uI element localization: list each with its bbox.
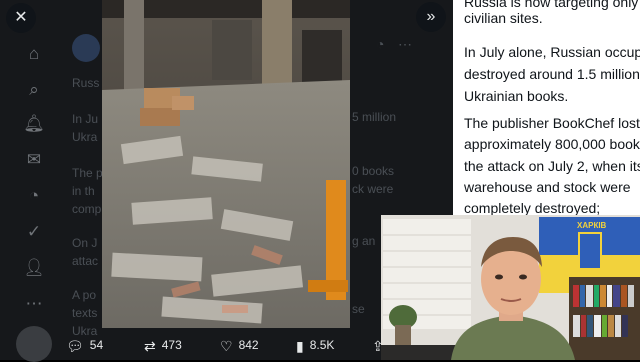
- profile-icon[interactable]: 👤︎: [22, 256, 46, 280]
- text-line: warehouse and stock were: [464, 179, 631, 195]
- flag-text: ХАРКІВ: [577, 221, 607, 230]
- post-compose-button[interactable]: [16, 326, 52, 362]
- text-line: civilian sites.: [464, 10, 543, 26]
- grok-small-icon[interactable]: ◔: [376, 36, 384, 52]
- bg-fragment: 5 million: [352, 110, 397, 124]
- close-icon: ✕: [14, 9, 28, 26]
- double-chevron-right-icon: »: [426, 8, 436, 25]
- heart-icon: ♡: [220, 337, 233, 354]
- views-button[interactable]: ▮ 8.5K: [296, 336, 334, 354]
- communities-icon[interactable]: ✓: [22, 220, 46, 244]
- bg-fragment: ck were: [352, 182, 394, 196]
- notifications-icon[interactable]: 🔔︎: [22, 112, 46, 136]
- webcam-video: ХАРКІВ: [381, 215, 640, 360]
- repost-icon: ⇄: [144, 337, 156, 354]
- more-icon[interactable]: ⋯: [22, 292, 46, 316]
- avatar[interactable]: [72, 34, 100, 62]
- left-navigation: ⌂ ⌕ 🔔︎ ✉ ◔ ✓ 👤︎ ⋯: [0, 0, 68, 362]
- bg-fragment: se: [352, 302, 365, 316]
- repost-button[interactable]: ⇄ 473: [144, 336, 182, 354]
- text-line: the attack on July 2, when its: [464, 158, 640, 174]
- expand-button[interactable]: »: [416, 2, 446, 32]
- bg-fragment: 0 books: [352, 164, 395, 178]
- tweet-text-panel: Russia is now targeting only civilian si…: [453, 0, 640, 215]
- presenter-image: [381, 215, 640, 360]
- reply-icon: 💬︎: [66, 337, 84, 354]
- grok-icon[interactable]: ◔: [22, 184, 46, 208]
- bg-fragment: g an: [352, 234, 376, 248]
- tweet-photo[interactable]: [102, 0, 350, 328]
- messages-icon[interactable]: ✉: [22, 148, 46, 172]
- reply-count: 54: [89, 338, 104, 352]
- home-icon[interactable]: ⌂: [22, 42, 46, 66]
- text-line: Ukrainian books.: [464, 88, 569, 104]
- more-options-icon[interactable]: ⋯: [398, 36, 412, 53]
- text-line: The publisher BookChef lost: [464, 115, 640, 131]
- text-line: destroyed around 1.5 million: [464, 66, 640, 82]
- views-icon: ▮: [296, 337, 304, 354]
- like-count: 842: [238, 338, 259, 352]
- close-button[interactable]: ✕: [6, 3, 36, 33]
- text-line: In July alone, Russian occupiers: [464, 44, 640, 60]
- search-icon[interactable]: ⌕: [22, 78, 46, 102]
- text-line: approximately 800,000 books in: [464, 136, 640, 152]
- reply-button[interactable]: 💬︎ 54: [66, 336, 103, 354]
- views-count: 8.5K: [309, 338, 335, 352]
- repost-count: 473: [161, 338, 182, 352]
- text-line: completely destroyed;: [464, 200, 601, 215]
- like-button[interactable]: ♡ 842: [220, 336, 259, 354]
- destroyed-warehouse-image: [102, 0, 350, 328]
